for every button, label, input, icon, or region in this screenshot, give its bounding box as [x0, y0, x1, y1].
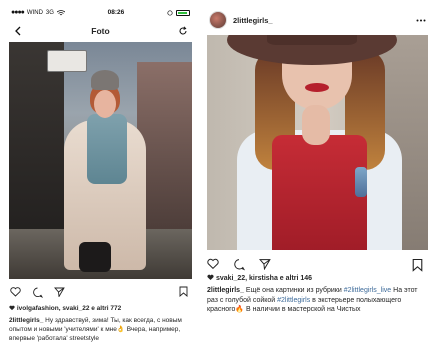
- post-caption: 2littlegirls_ Ещё она картинки из рубрик…: [207, 286, 428, 315]
- heart-icon[interactable]: [207, 258, 219, 270]
- heart-icon[interactable]: [9, 286, 21, 298]
- share-icon[interactable]: [53, 286, 65, 298]
- likes-text: ivolgafashion, svaki_22 e altri 772: [16, 305, 122, 312]
- street-sign: [47, 50, 87, 72]
- caption-text-1: Ещё она картинки из рубрики: [243, 287, 344, 294]
- nav-bar: Foto: [9, 20, 192, 42]
- post-header: 2littlegirls_: [207, 5, 428, 35]
- share-icon[interactable]: [259, 258, 271, 270]
- avatar[interactable]: [209, 11, 227, 29]
- carrier-label: WIND: [26, 9, 43, 16]
- post-username[interactable]: 2littlegirls_: [233, 16, 273, 25]
- comment-icon[interactable]: [31, 286, 43, 298]
- caption-username[interactable]: 2littlegirls_: [9, 317, 43, 324]
- back-icon[interactable]: [13, 26, 23, 36]
- alarm-icon: [167, 9, 173, 16]
- likes-count[interactable]: ivolgafashion, svaki_22 e altri 772: [9, 305, 121, 312]
- signal-indicator: ●●●●: [11, 9, 25, 16]
- post-photo-street: [9, 42, 192, 279]
- caption-username[interactable]: 2littlegirls_: [207, 287, 244, 294]
- wifi-icon: [56, 9, 65, 15]
- heart-small-icon: [9, 305, 15, 311]
- heart-small-icon: [207, 274, 214, 281]
- likes-count[interactable]: svaki_22, kirstisha e altri 146: [207, 274, 312, 282]
- likes-text: svaki_22, kirstisha e altri 146: [215, 275, 313, 282]
- battery-icon: [176, 9, 190, 16]
- status-time: 08:26: [107, 9, 125, 16]
- status-bar: ●●●● WIND 3G 08:26: [9, 5, 192, 20]
- post-caption: 2littlegirls_ Ну здравствуй, зима! Ты, к…: [9, 316, 192, 343]
- nav-title: Foto: [91, 26, 110, 36]
- right-post-screenshot: 2littlegirls_ svaki_22, kirstisha e altr…: [207, 5, 428, 351]
- hashtag-link[interactable]: #2littlegirls_live: [344, 287, 391, 294]
- bookmark-icon[interactable]: [179, 286, 189, 298]
- network-label: 3G: [45, 9, 54, 16]
- post-actions: [9, 286, 65, 298]
- bookmark-icon[interactable]: [412, 258, 423, 272]
- left-phone-screenshot: ●●●● WIND 3G 08:26 Foto ivolgafashion, s…: [9, 5, 192, 351]
- post-actions: [207, 258, 271, 270]
- post-photo-red-vest: [207, 35, 428, 250]
- more-icon[interactable]: [416, 19, 426, 22]
- hashtag-link[interactable]: #2littlegirls: [277, 297, 310, 304]
- comment-icon[interactable]: [233, 258, 245, 270]
- brooch: [355, 167, 367, 197]
- refresh-icon[interactable]: [178, 26, 188, 36]
